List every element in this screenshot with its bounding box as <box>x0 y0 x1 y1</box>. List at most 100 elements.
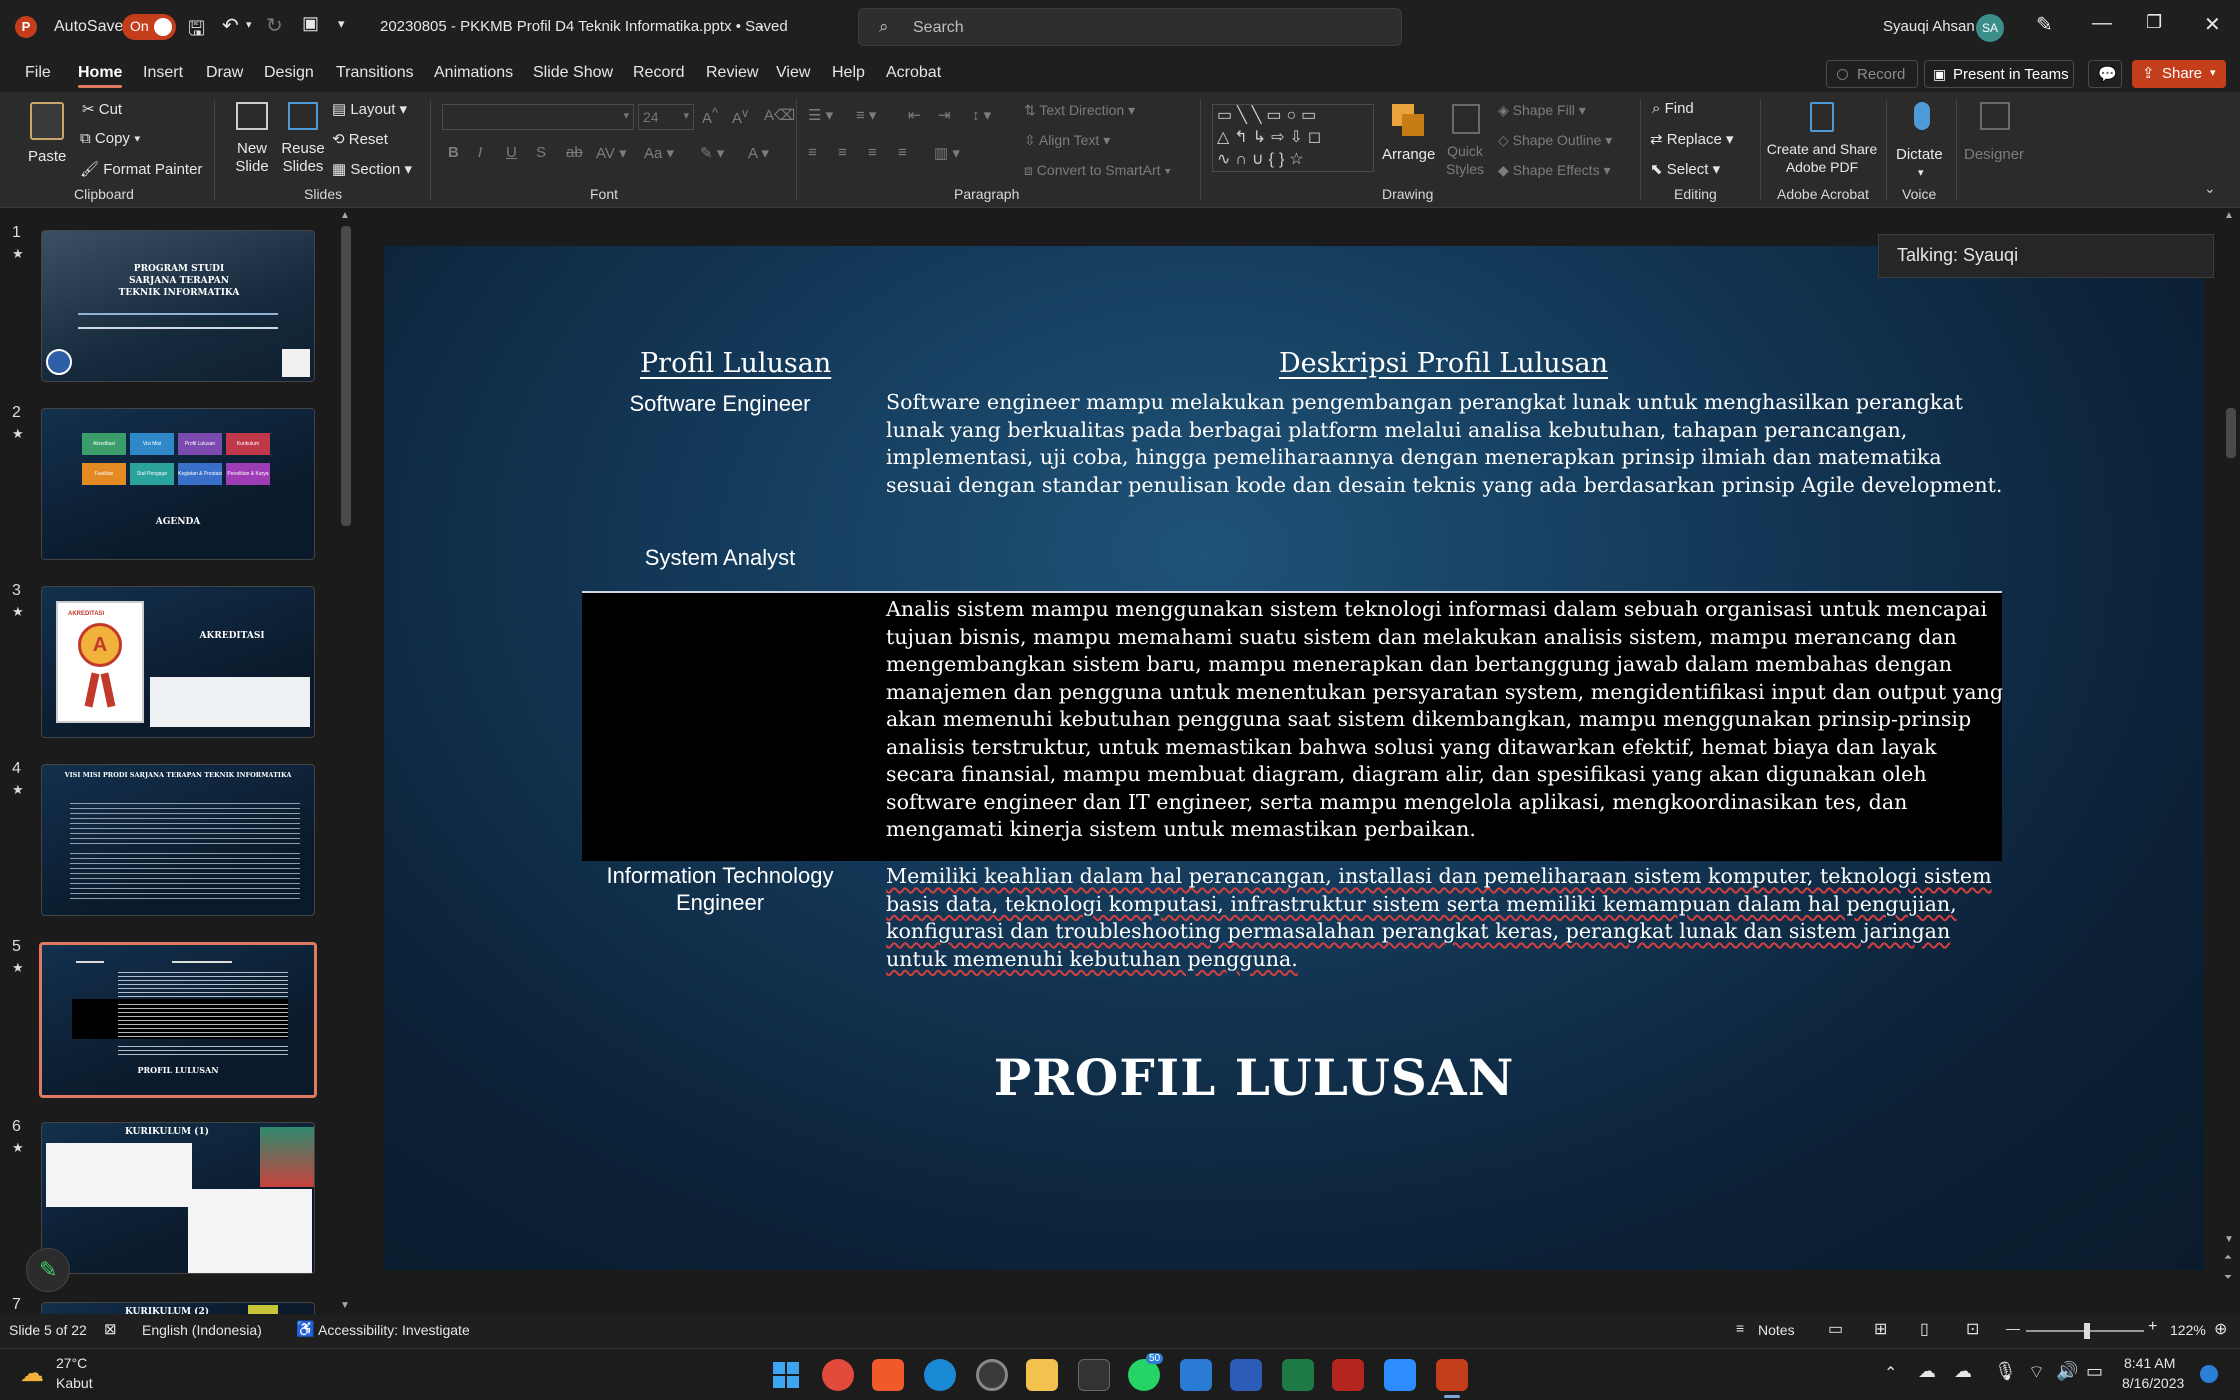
column-header-deskripsi[interactable]: Deskripsi Profil Lulusan <box>1279 348 1608 379</box>
battery-icon[interactable]: ▭ <box>2086 1361 2103 1382</box>
text-direction-button[interactable]: ⇅ Text Direction ▾ <box>1024 102 1135 119</box>
comments-button[interactable]: 💬 <box>2088 60 2122 88</box>
align-left-icon[interactable]: ≡ <box>808 144 817 161</box>
weather-condition[interactable]: Kabut <box>56 1375 93 1391</box>
clear-formatting-icon[interactable]: A⌫ <box>764 106 795 124</box>
fit-slide-icon[interactable]: ⊕ <box>2214 1319 2227 1339</box>
tab-insert[interactable]: Insert <box>143 64 183 82</box>
excel-icon[interactable] <box>1282 1359 1314 1391</box>
present-from-start-icon[interactable]: ▣ <box>302 13 319 34</box>
tab-animations[interactable]: Animations <box>434 64 513 82</box>
vscode-icon[interactable] <box>1180 1359 1212 1391</box>
edge-browser-icon[interactable] <box>924 1359 956 1391</box>
notes-icon[interactable]: ≡ <box>1736 1320 1744 1336</box>
accessibility-status[interactable]: Accessibility: Investigate <box>318 1322 470 1338</box>
zoom-app-icon[interactable] <box>1384 1359 1416 1391</box>
replace-button[interactable]: ⇄ Replace ▾ <box>1650 130 1734 148</box>
increase-indent-icon[interactable]: ⇥ <box>938 106 951 124</box>
tab-transitions[interactable]: Transitions <box>336 64 414 82</box>
tab-slide-show[interactable]: Slide Show <box>533 64 613 82</box>
numbering-icon[interactable]: ≡ ▾ <box>856 106 876 124</box>
notification-center-icon[interactable] <box>2200 1365 2218 1383</box>
columns-icon[interactable]: ▥ ▾ <box>934 144 960 162</box>
reset-button[interactable]: ⟲ Reset <box>332 130 388 148</box>
align-right-icon[interactable]: ≡ <box>868 144 877 161</box>
format-painter-button[interactable]: 🖌 Format Painter <box>80 160 202 178</box>
slide-5[interactable]: Profil Lulusan Deskripsi Profil Lulusan … <box>384 246 2204 1270</box>
word-icon[interactable] <box>1230 1359 1262 1391</box>
cut-button[interactable]: ✂ Cut <box>82 100 122 118</box>
section-button[interactable]: ▦ Section ▾ <box>332 160 412 178</box>
restore-icon[interactable]: ❐ <box>2146 12 2162 33</box>
notes-button[interactable]: Notes <box>1758 1322 1795 1338</box>
slide-sorter-icon[interactable]: ⊞ <box>1874 1319 1887 1339</box>
tab-draw[interactable]: Draw <box>206 64 243 82</box>
search-box[interactable]: ⌕ Search <box>858 8 1402 46</box>
create-pdf-button[interactable]: Create and Share Adobe PDF <box>1766 100 1878 182</box>
role-system-analyst[interactable]: System Analyst <box>569 544 871 571</box>
minimize-icon[interactable]: — <box>2092 12 2112 35</box>
scroll-up-icon[interactable]: ▲ <box>340 210 350 221</box>
wifi-icon[interactable]: ⌔ <box>2028 1361 2045 1384</box>
chrome-browser-icon[interactable] <box>976 1359 1008 1391</box>
document-title[interactable]: 20230805 - PKKMB Profil D4 Teknik Inform… <box>380 18 788 35</box>
desc-system-analyst[interactable]: Analis sistem mampu menggunakan sistem t… <box>886 596 2008 844</box>
save-icon[interactable]: 🖫 <box>188 14 205 48</box>
close-icon[interactable]: ✕ <box>2204 12 2221 37</box>
italic-icon[interactable]: I <box>478 144 482 161</box>
align-text-button[interactable]: ⇳ Align Text ▾ <box>1024 132 1110 149</box>
volume-icon[interactable]: 🔊 <box>2056 1361 2078 1382</box>
copy-button[interactable]: ⧉ Copy ▾ <box>80 130 140 147</box>
shapes-gallery[interactable]: ▭╲╲▭○▭ △↰↳⇨⇩◻ ∿∩∪{}☆ <box>1212 104 1374 172</box>
shape-outline-button[interactable]: ◇ Shape Outline ▾ <box>1498 132 1612 149</box>
desc-software-engineer[interactable]: Software engineer mampu melakukan pengem… <box>886 389 2008 499</box>
quick-styles-button[interactable]: Quick Styles <box>1440 100 1490 188</box>
spelling-icon[interactable]: ⊠ <box>104 1320 117 1338</box>
shape-effects-button[interactable]: ◆ Shape Effects ▾ <box>1498 162 1611 179</box>
accessibility-icon[interactable]: ♿ <box>296 1320 315 1338</box>
tab-record[interactable]: Record <box>633 64 685 82</box>
slide-thumbnail-5[interactable]: PROFIL LULUSAN <box>39 942 317 1098</box>
slide-thumbnail-6[interactable]: KURIKULUM (1) <box>41 1122 315 1274</box>
increase-font-icon[interactable]: A^ <box>702 106 718 127</box>
tab-file[interactable]: File <box>25 64 51 82</box>
zoom-slider-handle[interactable] <box>2084 1323 2090 1339</box>
autosave-toggle[interactable]: On <box>122 14 176 40</box>
windows-start-icon[interactable] <box>770 1359 802 1391</box>
normal-view-icon[interactable]: ▭ <box>1828 1319 1843 1339</box>
zoom-out-icon[interactable]: — <box>2006 1320 2020 1336</box>
terminal-icon[interactable] <box>1078 1359 1110 1391</box>
collapse-ribbon-icon[interactable]: ⌄ <box>2204 180 2216 197</box>
inking-pen-button[interactable]: ✎ <box>26 1248 70 1292</box>
shadow-icon[interactable]: S <box>536 144 546 161</box>
line-spacing-icon[interactable]: ↕ ▾ <box>972 106 991 124</box>
scroll-down-icon[interactable]: ▼ <box>340 1300 350 1311</box>
slide-thumbnail-3[interactable]: A AKREDITASI AKREDITASI <box>41 586 315 738</box>
zoom-slider[interactable] <box>2026 1323 2144 1339</box>
select-button[interactable]: ⬉ Select ▾ <box>1650 160 1720 178</box>
clock-time[interactable]: 8:41 AM <box>2124 1355 2175 1371</box>
share-button[interactable]: ⇪ Share ▾ <box>2132 60 2226 88</box>
tab-acrobat[interactable]: Acrobat <box>886 64 941 82</box>
tab-home[interactable]: Home <box>78 64 123 88</box>
user-name[interactable]: Syauqi Ahsan <box>1883 18 1975 35</box>
role-software-engineer[interactable]: Software Engineer <box>569 390 871 417</box>
redo-icon[interactable]: ↻ <box>266 13 283 38</box>
justify-icon[interactable]: ≡ <box>898 144 907 161</box>
app-red-icon[interactable] <box>822 1359 854 1391</box>
paste-button[interactable]: Paste <box>22 100 74 180</box>
network-cloud-icon[interactable]: ☁ <box>1954 1361 1972 1382</box>
previous-slide-icon[interactable]: ⏶ <box>2224 1252 2232 1263</box>
microphone-icon[interactable]: 🎙 <box>1994 1361 2017 1382</box>
undo-icon[interactable]: ↶ <box>222 13 239 38</box>
record-button[interactable]: Record <box>1826 60 1918 88</box>
reuse-slides-button[interactable]: Reuse Slides <box>278 100 328 180</box>
weather-temp[interactable]: 27°C <box>56 1355 87 1371</box>
slide-scrollbar-thumb[interactable] <box>2226 408 2236 458</box>
slide-title[interactable]: PROFIL LULUSAN <box>384 1048 2124 1107</box>
highlight-icon[interactable]: ✎ ▾ <box>700 144 724 162</box>
font-family-select[interactable]: ▾ <box>442 104 634 130</box>
new-slide-button[interactable]: New Slide <box>228 100 276 180</box>
pen-icon[interactable]: ✎ <box>2036 12 2053 37</box>
present-in-teams-button[interactable]: ▣ Present in Teams <box>1924 60 2074 88</box>
